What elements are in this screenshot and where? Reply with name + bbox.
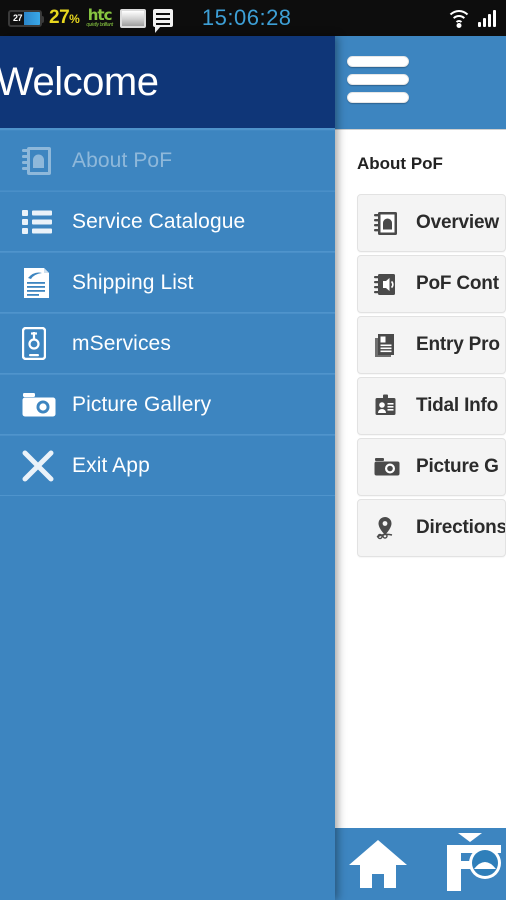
htc-brand-logo: htc quietly brilliant [86, 8, 113, 28]
content-panel: About PoF Overview PoF Cont Entry Pro Ti… [335, 36, 506, 900]
sidebar-item-service-catalogue[interactable]: Service Catalogue [0, 191, 335, 252]
book-icon [374, 333, 416, 358]
message-icon-lines [153, 9, 173, 27]
htc-brand-name: htc [87, 6, 113, 24]
location-pin-icon [374, 516, 416, 541]
camera-icon [22, 391, 72, 419]
content-header [335, 36, 506, 130]
sidebar-item-exit-app[interactable]: Exit App [0, 435, 335, 496]
battery-icon: 27 [8, 9, 44, 27]
page-title: About PoF [357, 154, 443, 173]
drawer-header: Welcome [0, 36, 335, 130]
camera-icon [374, 456, 416, 478]
bottom-navigation-bar [335, 828, 506, 900]
id-card-icon [374, 394, 416, 419]
home-button[interactable] [335, 838, 421, 890]
sidebar-item-label: Picture Gallery [72, 392, 212, 416]
drawer-title: Welcome [0, 59, 159, 104]
list-icon [22, 209, 72, 235]
mobile-gear-icon [22, 327, 72, 360]
list-item[interactable]: Overview [357, 194, 506, 252]
list-item-label: Tidal Info [416, 395, 499, 416]
list-item-label: Picture G [416, 456, 499, 477]
home-icon [348, 838, 408, 890]
port-logo-button[interactable] [421, 833, 506, 895]
signal-bars-icon [478, 9, 496, 27]
wifi-icon [446, 8, 472, 28]
battery-percent-label: 27% [49, 7, 80, 28]
audio-book-icon [374, 272, 416, 297]
list-item[interactable]: Directions [357, 499, 506, 557]
sidebar-item-shipping-list[interactable]: Shipping List [0, 252, 335, 313]
sidebar-item-label: mServices [72, 331, 171, 355]
sidebar-item-label: Exit App [72, 453, 150, 477]
list-item[interactable]: PoF Cont [357, 255, 506, 313]
picture-icon [119, 8, 146, 28]
sidebar-item-about-pof[interactable]: About PoF [0, 130, 335, 191]
list-item[interactable]: Picture G [357, 438, 506, 496]
close-x-icon [22, 450, 72, 482]
list-item-label: Overview [416, 212, 499, 233]
sidebar-item-picture-gallery[interactable]: Picture Gallery [0, 374, 335, 435]
status-bar-clock: 15:06:28 [201, 5, 292, 30]
hamburger-menu-icon[interactable] [347, 55, 409, 110]
document-icon [22, 267, 72, 299]
list-item-label: Entry Pro [416, 334, 500, 355]
sidebar-item-label: Shipping List [72, 270, 194, 294]
sidebar-item-label: About PoF [72, 148, 173, 172]
navigation-drawer: Welcome About PoF Service Catalogue Ship… [0, 36, 335, 900]
status-bar: 27 27% htc quietly brilliant 15:06:28 [0, 0, 506, 36]
list-item-label: Directions [416, 517, 506, 538]
sidebar-item-label: Service Catalogue [72, 209, 246, 233]
list-item[interactable]: Tidal Info [357, 377, 506, 435]
status-bar-left-group: 27 27% htc quietly brilliant 15:06:28 [0, 5, 292, 33]
notebook-icon [22, 145, 72, 176]
message-icon [152, 9, 173, 33]
battery-level-label: 27 [13, 13, 23, 23]
status-bar-right-group [446, 8, 506, 28]
notebook-icon [374, 211, 416, 236]
about-card-list: Overview PoF Cont Entry Pro Tidal Info P… [335, 194, 506, 557]
port-logo-icon [425, 833, 502, 895]
sidebar-item-mservices[interactable]: mServices [0, 313, 335, 374]
htc-brand-tagline: quietly brilliant [86, 22, 113, 28]
list-item[interactable]: Entry Pro [357, 316, 506, 374]
list-item-label: PoF Cont [416, 273, 499, 294]
